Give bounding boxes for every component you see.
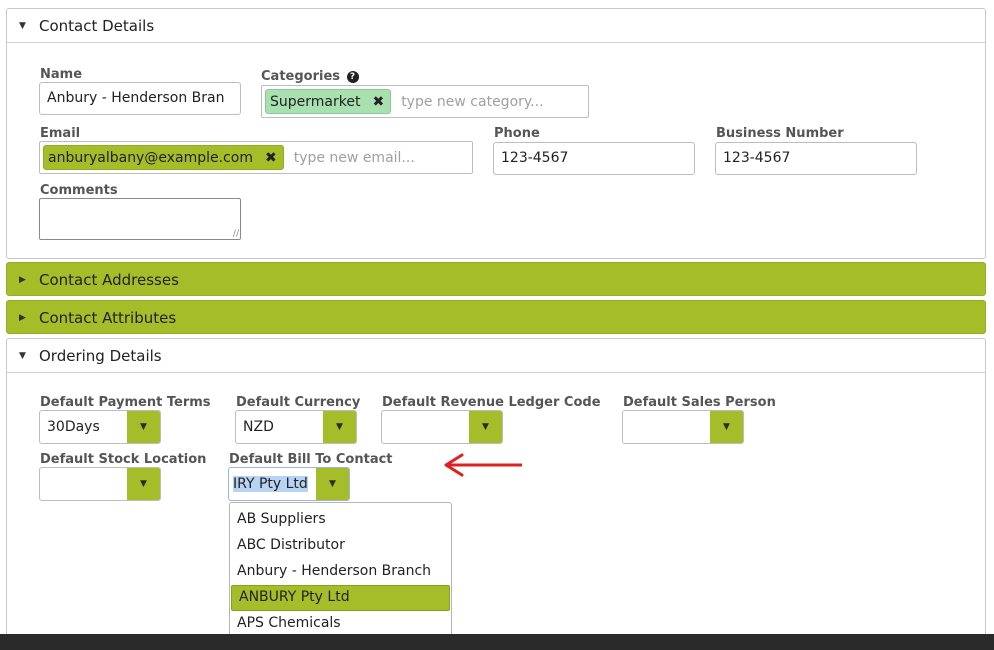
contact-attributes-panel[interactable]: ▶ Contact Attributes	[6, 300, 986, 334]
bill-to-label: Default Bill To Contact	[229, 452, 393, 467]
email-tag-input[interactable]: anburyalbany@example.com ✖ type new emai…	[39, 141, 473, 174]
caret-right-icon: ▶	[19, 313, 26, 323]
dropdown-option[interactable]: ABC Distributor	[230, 533, 451, 559]
bottom-bar	[0, 634, 994, 650]
category-tag-label: Supermarket	[270, 93, 361, 110]
categories-label: Categories ?	[261, 69, 359, 84]
currency-value: NZD	[243, 419, 274, 435]
contact-details-header[interactable]: ▼ Contact Details	[7, 9, 985, 43]
bill-to-value: IRY Pty Ltd	[233, 476, 308, 492]
dropdown-option[interactable]: Anbury - Henderson Branch	[230, 559, 451, 585]
currency-select[interactable]: NZD ▼	[235, 410, 357, 444]
sales-person-value	[623, 411, 710, 443]
caret-down-icon: ▼	[19, 350, 26, 361]
email-label: Email	[40, 126, 81, 141]
sales-person-select[interactable]: ▼	[622, 410, 744, 444]
categories-label-text: Categories	[261, 69, 341, 84]
chevron-down-icon[interactable]: ▼	[127, 468, 160, 500]
ordering-details-header[interactable]: ▼ Ordering Details	[7, 339, 985, 373]
payment-terms-label: Default Payment Terms	[40, 395, 211, 410]
business-number-label: Business Number	[716, 126, 844, 141]
chevron-down-icon[interactable]: ▼	[127, 411, 160, 443]
category-input-placeholder[interactable]: type new category...	[401, 94, 543, 110]
email-input-placeholder[interactable]: type new email...	[294, 150, 415, 166]
phone-label: Phone	[494, 126, 540, 141]
revenue-ledger-label: Default Revenue Ledger Code	[382, 395, 601, 410]
annotation-arrow-icon	[444, 453, 522, 477]
sales-person-label: Default Sales Person	[623, 395, 776, 410]
stock-location-label: Default Stock Location	[40, 452, 207, 467]
stock-location-value	[40, 468, 127, 500]
name-input[interactable]: Anbury - Henderson Bran	[39, 82, 241, 115]
payment-terms-select[interactable]: 30Days ▼	[39, 410, 161, 444]
contact-addresses-header[interactable]: ▶ Contact Addresses	[7, 263, 985, 297]
caret-right-icon: ▶	[19, 275, 26, 285]
comments-textarea[interactable]: ∕∕	[39, 198, 241, 240]
revenue-ledger-value	[382, 411, 469, 443]
business-number-input[interactable]: 123-4567	[715, 142, 917, 175]
payment-terms-value: 30Days	[47, 419, 100, 435]
category-tag: Supermarket ✖	[265, 89, 392, 114]
remove-tag-icon[interactable]: ✖	[372, 94, 384, 110]
phone-input[interactable]: 123-4567	[493, 142, 695, 175]
categories-tag-input[interactable]: Supermarket ✖ type new category...	[261, 85, 589, 118]
dropdown-option[interactable]: AB Suppliers	[230, 507, 451, 533]
contact-details-title: Contact Details	[39, 16, 155, 35]
name-label: Name	[40, 67, 83, 82]
contact-addresses-title: Contact Addresses	[39, 271, 179, 289]
contact-attributes-title: Contact Attributes	[39, 309, 177, 327]
contact-addresses-panel[interactable]: ▶ Contact Addresses	[6, 262, 986, 296]
revenue-ledger-select[interactable]: ▼	[381, 410, 503, 444]
caret-down-icon: ▼	[19, 20, 26, 31]
email-tag-label: anburyalbany@example.com	[48, 149, 253, 166]
email-tag: anburyalbany@example.com ✖	[43, 145, 284, 170]
stock-location-select[interactable]: ▼	[39, 467, 161, 501]
remove-tag-icon[interactable]: ✖	[265, 150, 277, 166]
chevron-down-icon[interactable]: ▼	[469, 411, 502, 443]
dropdown-option-highlighted[interactable]: ANBURY Pty Ltd	[231, 585, 450, 611]
question-circle-icon[interactable]: ?	[346, 71, 359, 83]
comments-label: Comments	[40, 183, 118, 198]
chevron-down-icon[interactable]: ▼	[316, 468, 349, 500]
contact-attributes-header[interactable]: ▶ Contact Attributes	[7, 301, 985, 335]
ordering-details-title: Ordering Details	[39, 346, 162, 365]
bill-to-dropdown-list: AB Suppliers ABC Distributor Anbury - He…	[229, 502, 452, 641]
chevron-down-icon[interactable]: ▼	[710, 411, 743, 443]
chevron-down-icon[interactable]: ▼	[323, 411, 356, 443]
bill-to-select[interactable]: IRY Pty Ltd ▼	[228, 467, 350, 501]
bill-to-value-wrap[interactable]: IRY Pty Ltd	[229, 468, 316, 500]
currency-label: Default Currency	[236, 395, 361, 410]
resize-grip-icon[interactable]: ∕∕	[233, 229, 239, 239]
